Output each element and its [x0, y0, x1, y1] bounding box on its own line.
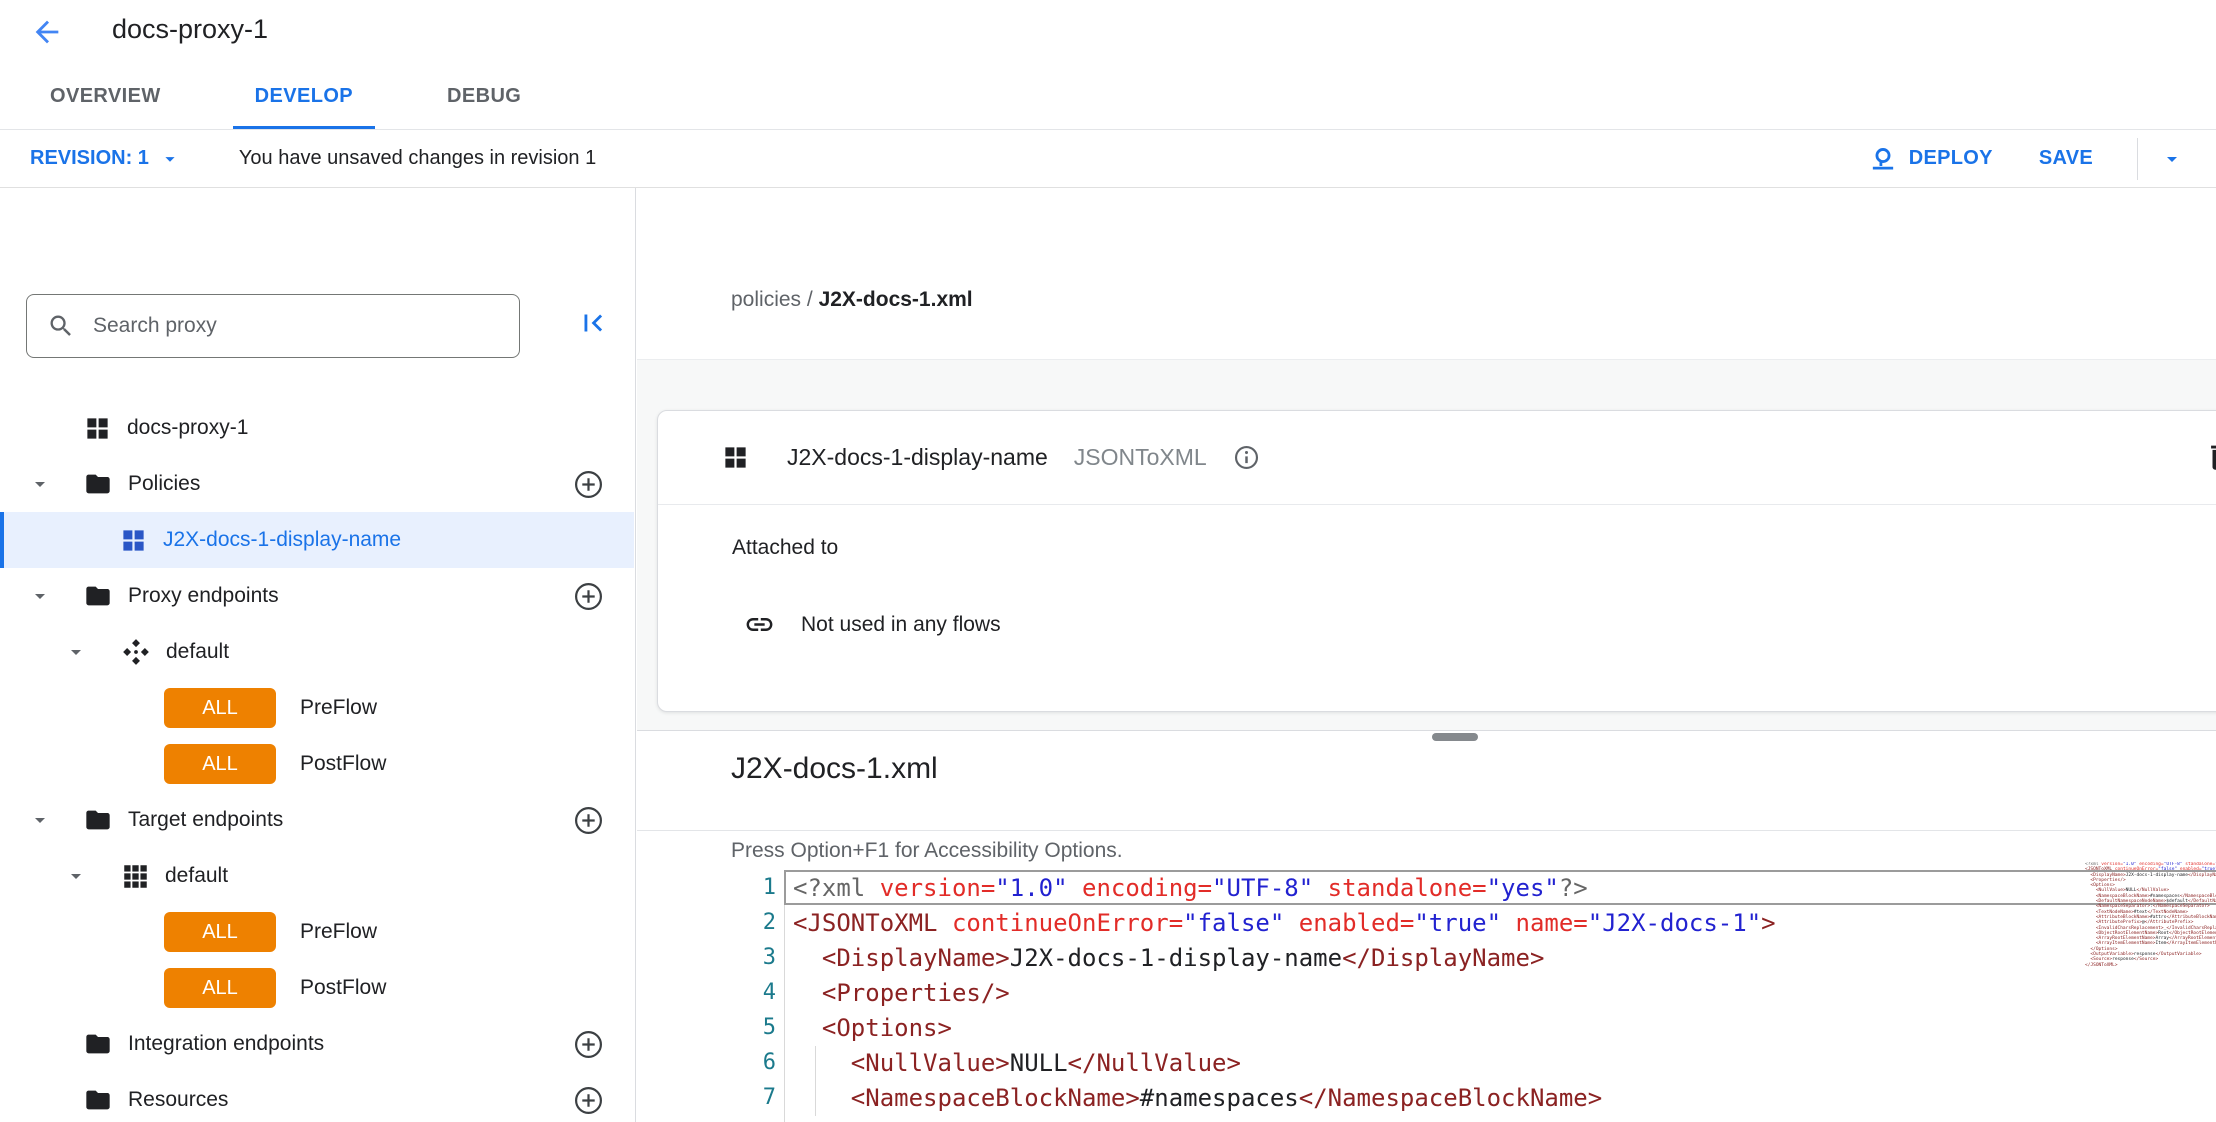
attached-to-label: Attached to — [732, 536, 838, 560]
revision-selector[interactable]: REVISION: 1 — [30, 147, 181, 170]
code-line[interactable]: 7 <NamespaceBlockName>#namespaces</Names… — [637, 1080, 2216, 1115]
revision-actions: DEPLOY SAVE — [1869, 138, 2216, 180]
tree-item-integration-endpoints[interactable]: Integration endpoints — [0, 1016, 634, 1072]
condition-badge: ALL — [164, 912, 276, 952]
policy-icon — [722, 444, 749, 471]
link-icon — [744, 609, 775, 640]
revision-bar: REVISION: 1 You have unsaved changes in … — [0, 130, 2216, 188]
deploy-button[interactable]: DEPLOY — [1869, 145, 1993, 173]
condition-badge: ALL — [164, 744, 276, 784]
expand-caret-icon[interactable] — [64, 864, 88, 888]
search-input[interactable] — [91, 313, 519, 339]
proxy-explorer-sidebar: docs-proxy-1 Policies J2X-docs-1-displ — [0, 188, 636, 1122]
search-icon — [47, 312, 75, 340]
pane-resize-handle[interactable] — [1432, 733, 1478, 741]
deploy-label: DEPLOY — [1909, 147, 1993, 170]
policy-type: JSONToXML — [1074, 444, 1207, 471]
chevron-down-icon — [159, 148, 181, 170]
expand-caret-icon[interactable] — [28, 808, 52, 832]
code-line[interactable]: 6 <NullValue>NULL</NullValue> — [637, 1045, 2216, 1080]
delete-policy-icon[interactable] — [2204, 440, 2216, 474]
folder-icon — [84, 806, 112, 834]
save-label: SAVE — [2039, 147, 2093, 170]
info-icon[interactable] — [1233, 444, 1260, 471]
code-editor[interactable]: 1<?xml version="1.0" encoding="UTF-8" st… — [637, 870, 2216, 1122]
folder-icon — [84, 1030, 112, 1058]
page-title: docs-proxy-1 — [112, 14, 268, 45]
add-target-endpoint-button[interactable] — [573, 805, 604, 836]
attachment-status-row: Not used in any flows — [744, 609, 1001, 640]
editor-minimap[interactable]: <?xml version="1.0" encoding="UTF-8" sta… — [2085, 862, 2216, 992]
code-line[interactable]: 2<JSONToXML continueOnError="false" enab… — [637, 905, 2216, 940]
tree-item-proxy-root[interactable]: docs-proxy-1 — [0, 400, 634, 456]
page-header: docs-proxy-1 — [0, 0, 2216, 64]
tree-item-proxy-endpoints[interactable]: Proxy endpoints — [0, 568, 634, 624]
tree-item-target-endpoints[interactable]: Target endpoints — [0, 792, 634, 848]
breadcrumb-file: J2X-docs-1.xml — [819, 288, 973, 311]
expand-caret-icon[interactable] — [28, 472, 52, 496]
condition-badge: ALL — [164, 968, 276, 1008]
target-endpoint-icon — [122, 863, 149, 890]
accessibility-hint: Press Option+F1 for Accessibility Option… — [731, 839, 1123, 863]
xml-file-heading: J2X-docs-1.xml — [731, 752, 938, 786]
proxy-endpoint-icon — [122, 638, 150, 666]
folder-icon — [84, 470, 112, 498]
expand-caret-icon[interactable] — [64, 640, 88, 664]
code-line[interactable]: 5 <Options> — [637, 1010, 2216, 1045]
tab-bar: OVERVIEW DEVELOP DEBUG — [0, 64, 2216, 130]
button-divider — [2137, 138, 2138, 180]
save-button[interactable]: SAVE — [2039, 147, 2093, 170]
condition-badge: ALL — [164, 688, 276, 728]
deploy-icon — [1869, 145, 1897, 173]
tree-item-resources[interactable]: Resources — [0, 1072, 634, 1122]
add-proxy-endpoint-button[interactable] — [573, 581, 604, 612]
breadcrumb: policies / J2X-docs-1.xml — [731, 288, 973, 312]
policy-icon — [120, 527, 147, 554]
attachment-status: Not used in any flows — [801, 613, 1001, 637]
tree-item-policy-j2x[interactable]: J2X-docs-1-display-name — [0, 512, 634, 568]
collapse-panel-icon[interactable] — [576, 306, 610, 340]
tab-develop[interactable]: DEVELOP — [233, 64, 375, 129]
breadcrumb-section[interactable]: policies — [731, 288, 801, 311]
tab-debug[interactable]: DEBUG — [425, 64, 543, 129]
code-line[interactable]: 3 <DisplayName>J2X-docs-1-display-name</… — [637, 940, 2216, 975]
revision-label: REVISION: 1 — [30, 147, 149, 170]
apigee-proxy-editor: docs-proxy-1 OVERVIEW DEVELOP DEBUG REVI… — [0, 0, 2216, 1122]
expand-caret-icon[interactable] — [28, 584, 52, 608]
add-resource-button[interactable] — [573, 1085, 604, 1116]
proxy-tree: docs-proxy-1 Policies J2X-docs-1-displ — [0, 400, 634, 1122]
tree-item-proxy-postflow[interactable]: ALL PostFlow — [0, 736, 634, 792]
add-policy-button[interactable] — [573, 469, 604, 500]
add-integration-endpoint-button[interactable] — [573, 1029, 604, 1060]
proxy-search-box[interactable] — [26, 294, 520, 358]
tree-item-target-endpoint-default[interactable]: default — [0, 848, 634, 904]
tree-item-policies[interactable]: Policies — [0, 456, 634, 512]
chevron-down-icon — [2160, 147, 2184, 171]
save-options-caret[interactable] — [2154, 141, 2190, 177]
tree-item-proxy-preflow[interactable]: ALL PreFlow — [0, 680, 634, 736]
back-arrow-icon[interactable] — [30, 15, 64, 49]
tree-item-target-preflow[interactable]: ALL PreFlow — [0, 904, 634, 960]
tree-item-target-postflow[interactable]: ALL PostFlow — [0, 960, 634, 1016]
policy-detail-panel: J2X-docs-1-display-name JSONToXML Attach… — [637, 359, 2216, 731]
policy-name: J2X-docs-1-display-name — [787, 444, 1048, 471]
policy-card-header: J2X-docs-1-display-name JSONToXML — [658, 411, 2216, 505]
folder-icon — [84, 582, 112, 610]
code-line[interactable]: 4 <Properties/> — [637, 975, 2216, 1010]
code-lines: 1<?xml version="1.0" encoding="UTF-8" st… — [637, 870, 2216, 1115]
tree-item-proxy-endpoint-default[interactable]: default — [0, 624, 634, 680]
divider — [637, 830, 2216, 831]
editor-main-pane: policies / J2X-docs-1.xml J2X-docs-1-dis… — [637, 188, 2216, 1122]
policy-card: J2X-docs-1-display-name JSONToXML Attach… — [657, 410, 2216, 712]
proxy-icon — [84, 415, 111, 442]
tab-overview[interactable]: OVERVIEW — [28, 64, 183, 129]
folder-icon — [84, 1086, 112, 1114]
code-line[interactable]: 1<?xml version="1.0" encoding="UTF-8" st… — [637, 870, 2216, 905]
unsaved-changes-message: You have unsaved changes in revision 1 — [239, 147, 596, 170]
